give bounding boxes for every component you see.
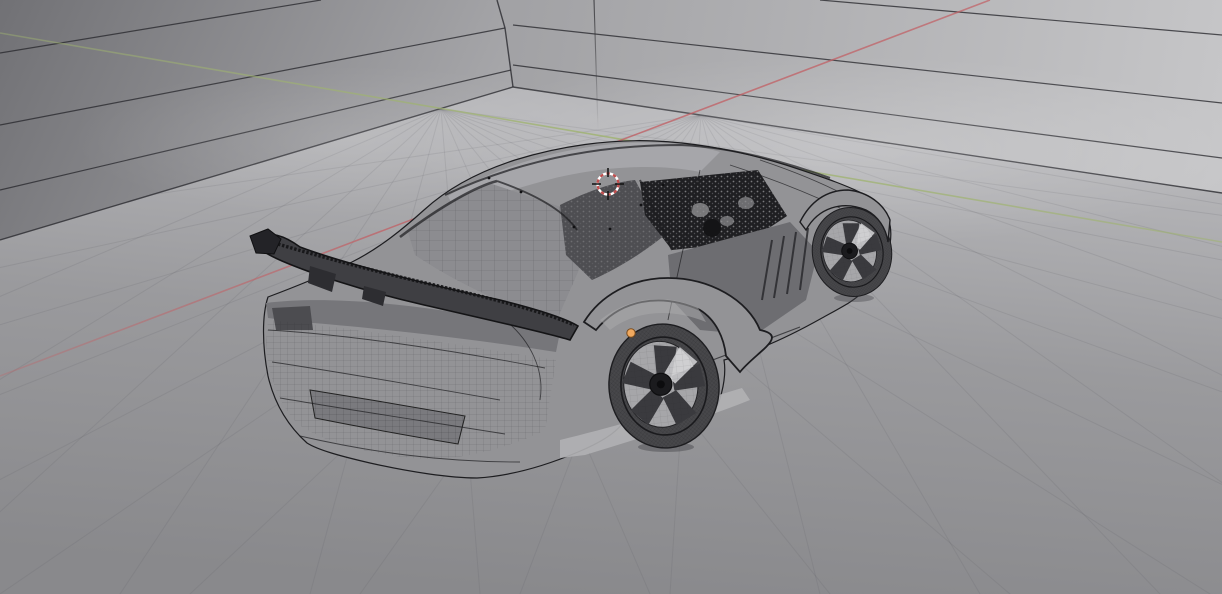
vertex-dot [661,183,665,187]
engine-part [738,197,754,209]
vertex-dot [639,203,643,207]
object-origin[interactable] [626,328,636,338]
vertex-dot [572,225,576,229]
engine-part [691,203,709,217]
engine-part [703,219,721,237]
vertex-dot [519,190,523,194]
vertex-dot [487,176,491,180]
vertex-dot [608,227,612,231]
viewport-canvas[interactable] [0,0,1222,594]
engine-part [720,216,734,226]
viewport-3d[interactable] [0,0,1222,594]
